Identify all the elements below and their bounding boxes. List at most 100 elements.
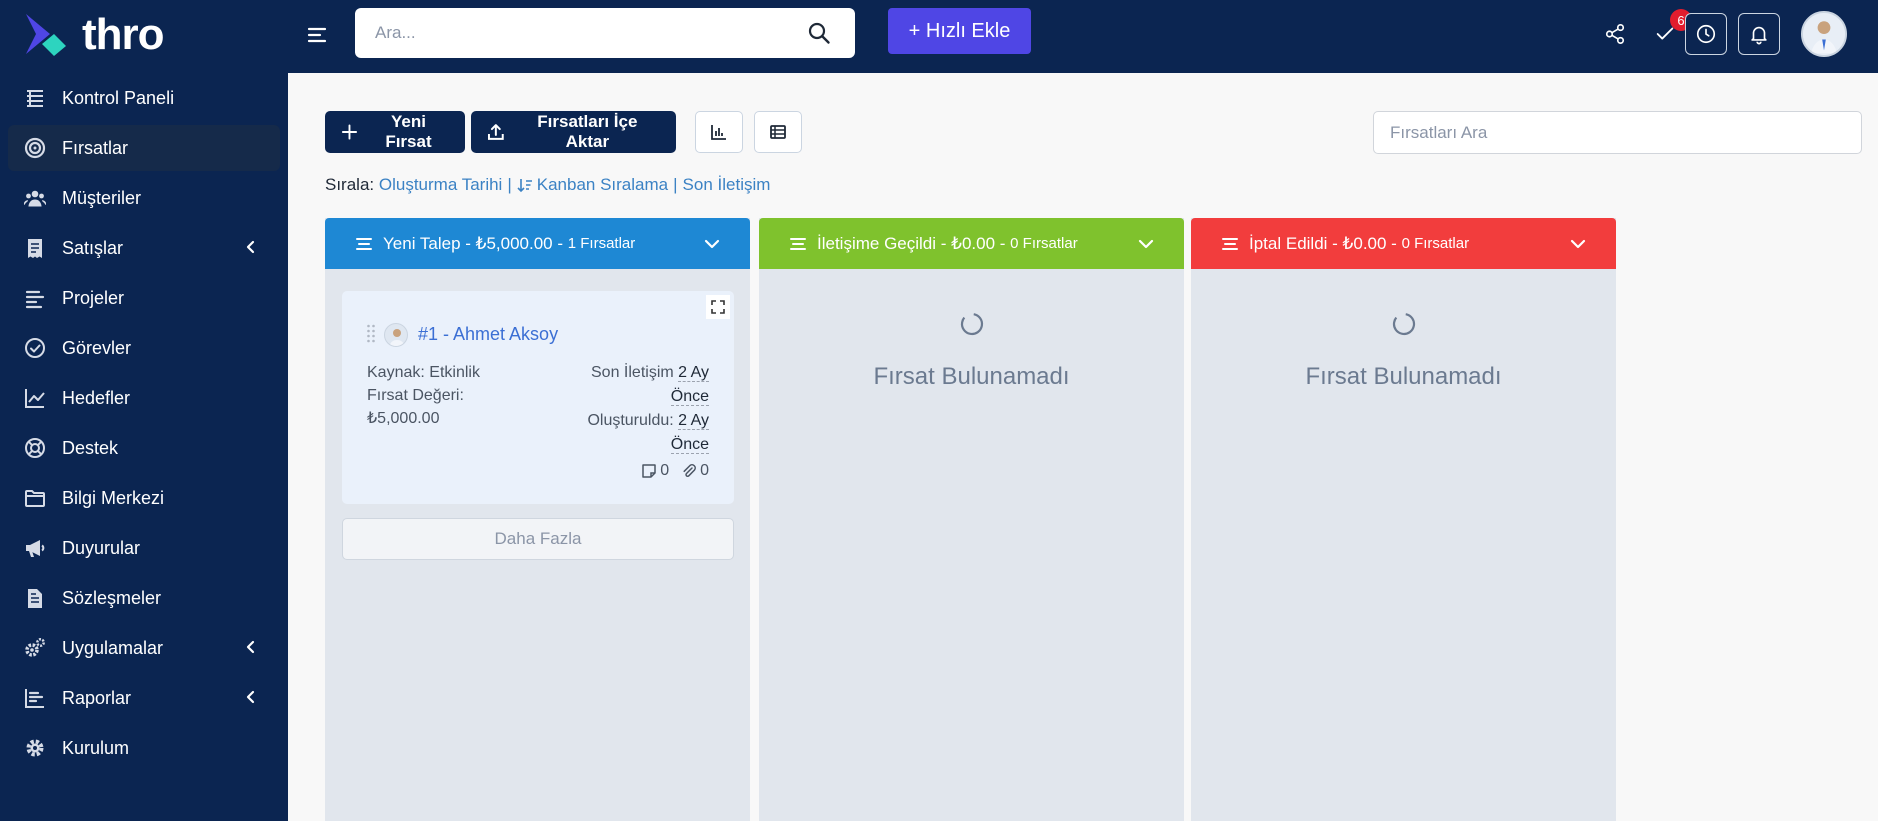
- chart-view-button[interactable]: [695, 111, 743, 153]
- file-contract-icon: [24, 587, 46, 609]
- empty-state-text: Fırsat Bulunamadı: [1305, 363, 1502, 390]
- brand-logo[interactable]: thro: [0, 0, 288, 70]
- bars-icon: [24, 287, 46, 309]
- new-opportunity-label: Yeni Fırsat: [385, 112, 432, 151]
- empty-state-text: Fırsat Bulunamadı: [873, 363, 1070, 390]
- sidebar-item-dashboard[interactable]: Kontrol Paneli: [8, 75, 280, 121]
- loading-spinner-icon: [960, 312, 983, 336]
- menu-toggle-icon[interactable]: [306, 24, 328, 46]
- quick-add-button[interactable]: + Hızlı Ekle: [888, 8, 1031, 54]
- last-contact-value-suffix: Önce: [670, 388, 709, 406]
- column-count: 1 Fırsatlar: [567, 235, 636, 252]
- card-footer: 0 0: [641, 462, 709, 480]
- sidebar-item-bars[interactable]: Projeler: [8, 275, 280, 321]
- folder-icon: [24, 487, 46, 509]
- column-total: ₺0.00: [1342, 233, 1387, 253]
- global-search-input[interactable]: [355, 8, 807, 58]
- sidebar-item-lifebuoy[interactable]: Destek: [8, 425, 280, 471]
- value-label: Fırsat Değeri:: [367, 387, 464, 404]
- column-name: İletişime Geçildi: [817, 233, 937, 253]
- sidebar-item-label: Hedefler: [62, 387, 131, 408]
- drag-handle-icon[interactable]: [366, 323, 376, 345]
- tasks-check-icon[interactable]: 6: [1644, 9, 1692, 55]
- load-more-button[interactable]: Daha Fazla: [342, 518, 734, 560]
- sidebar-item-label: Kontrol Paneli: [62, 87, 175, 108]
- new-opportunity-button[interactable]: Yeni Fırsat: [325, 111, 465, 153]
- sidebar-item-chart-line[interactable]: Hedefler: [8, 375, 280, 421]
- paperclip-icon: [683, 464, 697, 477]
- opportunity-title-link[interactable]: #1 - Ahmet Aksoy: [418, 324, 558, 345]
- sidebar-item-label: Görevler: [62, 337, 132, 358]
- bell-icon[interactable]: [1738, 13, 1780, 55]
- chevron-left-icon[interactable]: [242, 638, 260, 656]
- expand-icon[interactable]: [706, 295, 730, 319]
- sort-bar: Sırala: Oluşturma Tarihi | Kanban Sırala…: [325, 175, 770, 195]
- share-icon[interactable]: [1594, 13, 1636, 55]
- list-view-button[interactable]: [754, 111, 802, 153]
- sort-separator: |: [673, 175, 678, 194]
- sort-label: Sırala:: [325, 175, 375, 194]
- receipt-icon: [24, 237, 46, 259]
- opportunity-search-input[interactable]: [1373, 111, 1862, 154]
- opportunity-card[interactable]: #1 - Ahmet Aksoy Kaynak: Etkinlik Fırsat…: [342, 291, 734, 504]
- empty-state: Fırsat Bulunamadı: [759, 312, 1184, 391]
- sidebar-item-folder[interactable]: Bilgi Merkezi: [8, 475, 280, 521]
- search-icon[interactable]: [807, 21, 831, 45]
- column-header[interactable]: İptal Edildi - ₺0.00 - 0 Fırsatlar: [1191, 218, 1616, 269]
- column-name: İptal Edildi: [1249, 233, 1328, 253]
- sidebar-item-receipt[interactable]: Satışlar: [8, 225, 280, 271]
- chevron-down-icon[interactable]: [1568, 234, 1588, 254]
- chevron-down-icon[interactable]: [702, 234, 722, 254]
- kanban-column-new-lead: Yeni Talep - ₺5,000.00 - 1 Fırsatlar #1 …: [325, 218, 750, 821]
- chevron-left-icon[interactable]: [242, 238, 260, 256]
- sidebar-item-megaphone[interactable]: Duyurular: [8, 525, 280, 571]
- import-opportunities-button[interactable]: Fırsatları İçe Aktar: [471, 111, 676, 153]
- list-lines-icon: [356, 237, 372, 250]
- column-header[interactable]: İletişime Geçildi - ₺0.00 - 0 Fırsatlar: [759, 218, 1184, 269]
- kanban-column-cancelled: İptal Edildi - ₺0.00 - 0 Fırsatlar Fırsa…: [1191, 218, 1616, 821]
- dashboard-icon: [24, 87, 46, 109]
- notes-count: 0: [660, 462, 670, 479]
- sidebar-item-label: Projeler: [62, 287, 125, 308]
- chart-bar-icon: [24, 687, 46, 709]
- empty-state: Fırsat Bulunamadı: [1191, 312, 1616, 391]
- column-total: ₺0.00: [951, 233, 996, 253]
- chevron-down-icon[interactable]: [1136, 234, 1156, 254]
- sidebar-item-label: Müşteriler: [62, 187, 142, 208]
- sidebar-item-label: Destek: [62, 437, 119, 458]
- sidebar-item-target[interactable]: Fırsatlar: [8, 125, 280, 171]
- chart-line-icon: [24, 387, 46, 409]
- sidebar-item-check-circle[interactable]: Görevler: [8, 325, 280, 371]
- sidebar-item-chart-bar[interactable]: Raporlar: [8, 675, 280, 721]
- sort-desc-icon: [517, 177, 533, 193]
- sidebar-item-label: Duyurular: [62, 537, 141, 558]
- global-search: [355, 8, 855, 58]
- column-header[interactable]: Yeni Talep - ₺5,000.00 - 1 Fırsatlar: [325, 218, 750, 269]
- logo-mark-icon: [24, 12, 74, 58]
- target-icon: [24, 137, 46, 159]
- chevron-left-icon[interactable]: [242, 688, 260, 706]
- sidebar-item-file-contract[interactable]: Sözleşmeler: [8, 575, 280, 621]
- attachments-count: 0: [700, 462, 709, 479]
- sidebar-nav: Kontrol Paneli Fırsatlar Müşteriler Satışla…: [0, 75, 288, 771]
- created-value: 2 Ay: [678, 412, 709, 430]
- sort-kanban-link[interactable]: Kanban Sıralama: [537, 175, 668, 195]
- kanban-column-contacted: İletişime Geçildi - ₺0.00 - 0 Fırsatlar …: [759, 218, 1184, 821]
- sidebar-item-cogs[interactable]: Uygulamalar: [8, 625, 280, 671]
- sort-created-link[interactable]: Oluşturma Tarihi: [379, 175, 502, 195]
- check-circle-icon: [24, 337, 46, 359]
- column-name: Yeni Talep: [383, 233, 461, 253]
- card-details-left: Kaynak: Etkinlik Fırsat Değeri: ₺5,000.0…: [367, 361, 480, 430]
- sort-last-contact-link[interactable]: Son İletişim: [683, 175, 771, 195]
- lifebuoy-icon: [24, 437, 46, 459]
- last-contact-label: Son İletişim: [591, 364, 674, 381]
- sidebar-item-label: Satışlar: [62, 237, 124, 258]
- sidebar-item-label: Raporlar: [62, 687, 132, 708]
- sidebar-item-gear[interactable]: Kurulum: [8, 725, 280, 771]
- user-avatar[interactable]: [1801, 11, 1847, 57]
- sidebar-item-users[interactable]: Müşteriler: [8, 175, 280, 221]
- cogs-icon: [24, 637, 46, 659]
- clock-icon[interactable]: [1685, 13, 1727, 55]
- upload-icon: [487, 124, 504, 140]
- import-opportunities-label: Fırsatları İçe Aktar: [537, 112, 638, 151]
